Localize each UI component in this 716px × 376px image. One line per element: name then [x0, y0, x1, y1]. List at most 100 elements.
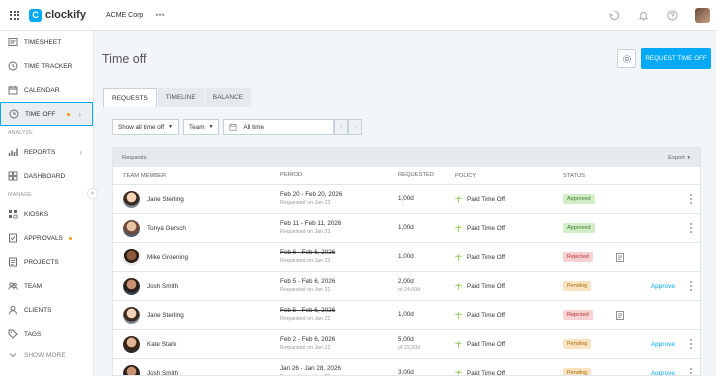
tab-timeline[interactable]: TIMELINE [157, 88, 204, 107]
period-range: Jan 26 - Jan 28, 2026 [280, 365, 341, 373]
header-team-member: TEAM MEMBER [123, 172, 167, 179]
status-badge: Pending [563, 339, 592, 349]
logo[interactable]: C clockify [29, 8, 86, 22]
requested-on: Requested on Jan 23 [280, 257, 331, 264]
collapse-sidebar-button[interactable]: « [87, 188, 98, 199]
approve-link[interactable]: Approve [651, 341, 675, 348]
top-bar: C clockify ACME Corp ••• [0, 0, 716, 31]
calendar-icon [8, 86, 18, 95]
period-range: Feb 5 - Feb 6, 2026 [280, 307, 336, 315]
table-row[interactable]: Jane Sterling Feb 5 - Feb 6, 2026 Requeste… [113, 301, 700, 330]
header-period: PERIOD [280, 171, 303, 178]
row-menu-icon[interactable] [689, 193, 692, 205]
palm-tree-icon [455, 369, 462, 375]
sidebar-item-reports[interactable]: REPORTS › [0, 140, 93, 164]
page-title: Time off [102, 52, 147, 66]
policy-name: Paid Time Off [467, 253, 506, 261]
chevron-down-icon [9, 353, 17, 358]
palm-tree-icon [455, 282, 462, 290]
request-time-off-button[interactable]: REQUEST TIME OFF [641, 48, 711, 69]
sidebar-item-clients[interactable]: CLIENTS [0, 298, 93, 322]
palm-tree-icon [455, 311, 462, 319]
sidebar-item-label: PROJECTS [24, 258, 59, 266]
balance-total: of 22,00d [398, 344, 421, 351]
tabs: REQUESTS TIMELINE BALANCE [103, 88, 252, 107]
workspace-name[interactable]: ACME Corp [106, 12, 143, 19]
policy-name: Paid Time Off [467, 369, 506, 376]
bell-icon[interactable] [637, 10, 649, 22]
member-name: Kate Stark [147, 340, 177, 348]
header-status: STATUS [563, 172, 586, 179]
table-row[interactable]: Tonya Gersch Feb 11 - Feb 11, 2026 Request… [113, 214, 700, 243]
period-range: Feb 6 - Feb 6, 2026 [280, 249, 336, 257]
show-more-label: SHOW MORE [24, 351, 66, 359]
gear-icon [622, 54, 631, 63]
sidebar-item-label: TIMESHEET [24, 38, 62, 46]
sidebar-item-calendar[interactable]: CALENDAR [0, 78, 93, 102]
section-manage: MANAGE [8, 192, 32, 198]
requested-on: Requested on Jan 23 [280, 228, 331, 235]
sidebar-item-projects[interactable]: PROJECTS [0, 250, 93, 274]
calendar-icon [229, 123, 237, 131]
sidebar-item-label: TEAM [24, 282, 43, 290]
policy-name: Paid Time Off [467, 340, 506, 348]
show-more-button[interactable]: SHOW MORE [0, 346, 93, 364]
date-range-picker[interactable]: All time [223, 119, 335, 135]
approve-link[interactable]: Approve [651, 370, 675, 376]
tab-balance[interactable]: BALANCE [204, 88, 252, 107]
workspace-more-icon[interactable]: ••• [155, 10, 164, 20]
sidebar-item-kiosks[interactable]: KIOSKS [0, 202, 93, 226]
tab-requests[interactable]: REQUESTS [103, 88, 157, 107]
integrations-icon[interactable] [608, 10, 620, 22]
team-filter-dropdown[interactable]: Team ▼ [183, 119, 220, 135]
note-icon[interactable] [615, 252, 624, 262]
sidebar-item-time-off[interactable]: TIME OFF › [0, 102, 93, 126]
table-row[interactable]: Mike Groening Feb 6 - Feb 6, 2026 Requeste… [113, 243, 700, 272]
table-row[interactable]: Kate Stark Feb 2 - Feb 6, 2026 Requested o… [113, 330, 700, 359]
prev-period-button[interactable]: ‹ [334, 119, 349, 135]
member-name: Josh Smith [147, 369, 179, 376]
sidebar: TIMESHEET TIME TRACKER CALENDAR TIME OFF… [0, 31, 94, 376]
next-period-button[interactable]: › [348, 119, 363, 135]
table-row[interactable]: Josh Smith Feb 5 - Feb 6, 2026 Requested o… [113, 272, 700, 301]
row-menu-icon[interactable] [689, 280, 692, 292]
period-range: Feb 5 - Feb 6, 2026 [280, 278, 336, 286]
table-row[interactable]: Jane Sterling Feb 20 - Feb 20, 2026 Reques… [113, 185, 700, 214]
status-badge: Pending [563, 281, 592, 291]
reports-icon [8, 148, 18, 156]
member-name: Jane Sterling [147, 195, 184, 203]
sidebar-item-tags[interactable]: TAGS [0, 322, 93, 346]
status-badge: Approved [563, 194, 595, 204]
apps-grid-icon[interactable] [10, 10, 19, 20]
settings-button[interactable] [617, 49, 636, 68]
sidebar-item-team[interactable]: TEAM [0, 274, 93, 298]
member-avatar [123, 364, 140, 375]
chevron-right-icon: › [79, 147, 82, 157]
period-range: Feb 20 - Feb 20, 2026 [280, 191, 343, 199]
clients-icon [9, 305, 17, 315]
sidebar-item-label: KIOSKS [24, 210, 49, 218]
requested-amount: 3,00d [398, 368, 414, 376]
row-menu-icon[interactable] [689, 222, 692, 234]
row-menu-icon[interactable] [689, 367, 692, 375]
requested-amount: 1,00d [398, 194, 414, 202]
help-icon[interactable] [666, 10, 678, 22]
approvals-icon [9, 233, 17, 243]
user-avatar[interactable] [695, 8, 710, 23]
sidebar-item-approvals[interactable]: APPROVALS [0, 226, 93, 250]
period-range: Feb 11 - Feb 11, 2026 [280, 220, 342, 228]
table-header: TEAM MEMBER PERIOD REQUESTED POLICY STAT… [113, 167, 700, 185]
export-dropdown[interactable]: Export ▼ [668, 155, 691, 161]
show-filter-dropdown[interactable]: Show all time off ▼ [112, 119, 180, 135]
header-policy: POLICY [455, 172, 477, 179]
sidebar-item-dashboard[interactable]: DASHBOARD [0, 164, 93, 188]
sidebar-item-label: CLIENTS [24, 306, 52, 314]
sidebar-item-time-tracker[interactable]: TIME TRACKER [0, 54, 93, 78]
time-off-icon [9, 109, 19, 119]
row-menu-icon[interactable] [689, 338, 692, 350]
note-icon[interactable] [615, 310, 624, 320]
approve-link[interactable]: Approve [651, 283, 675, 290]
sidebar-item-timesheet[interactable]: TIMESHEET [0, 30, 93, 54]
table-row[interactable]: Josh SmithJan 26 - Jan 28, 2026Requested… [113, 359, 700, 376]
status-badge: Approved [563, 223, 595, 233]
